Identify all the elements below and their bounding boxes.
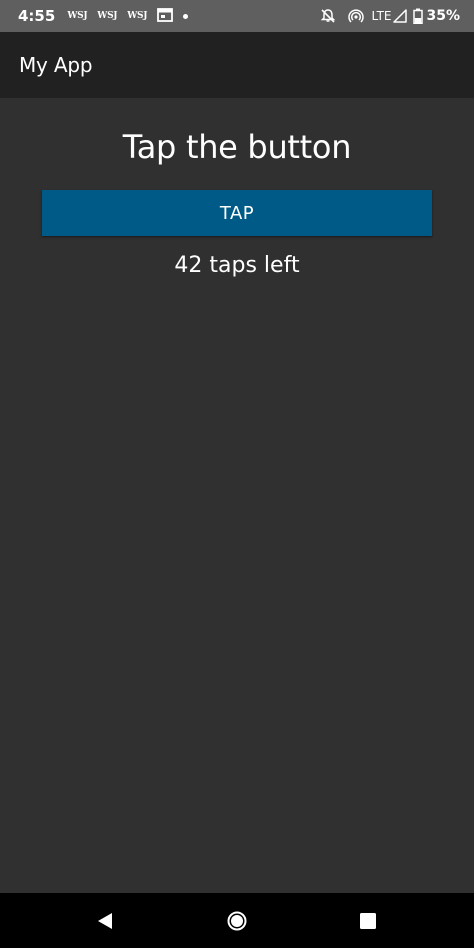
- mute-icon: [320, 8, 336, 24]
- recents-icon: [360, 912, 376, 929]
- network-type: LTE: [371, 9, 392, 23]
- notification-wsj-icon: WSJ: [127, 11, 148, 21]
- tap-button[interactable]: TAP: [42, 190, 432, 236]
- dot-icon: [183, 13, 189, 19]
- recents-button[interactable]: [333, 893, 403, 948]
- main-content: Tap the button TAP 42 taps left: [0, 98, 474, 893]
- calendar-icon: [157, 7, 174, 26]
- status-time: 4:55: [18, 7, 56, 25]
- navigation-bar: [0, 893, 474, 948]
- home-button[interactable]: [202, 893, 272, 948]
- signal-icon: [393, 9, 408, 23]
- notification-wsj-icon: WSJ: [97, 11, 118, 21]
- battery-percentage: 35%: [426, 8, 460, 24]
- page-heading: Tap the button: [122, 128, 352, 166]
- status-left: 4:55 WSJ WSJ WSJ: [18, 0, 189, 32]
- back-button[interactable]: [70, 893, 140, 948]
- app-title: My App: [19, 53, 93, 77]
- battery-icon: [413, 8, 424, 24]
- hotspot-icon: [347, 8, 364, 24]
- back-icon: [98, 912, 112, 929]
- status-bar: 4:55 WSJ WSJ WSJ LTE 35%: [0, 0, 474, 32]
- notification-wsj-icon: WSJ: [67, 11, 88, 21]
- home-icon: [227, 911, 247, 930]
- taps-left-counter: 42 taps left: [174, 253, 300, 278]
- status-right: LTE 35%: [314, 0, 460, 32]
- app-bar: My App: [0, 32, 474, 98]
